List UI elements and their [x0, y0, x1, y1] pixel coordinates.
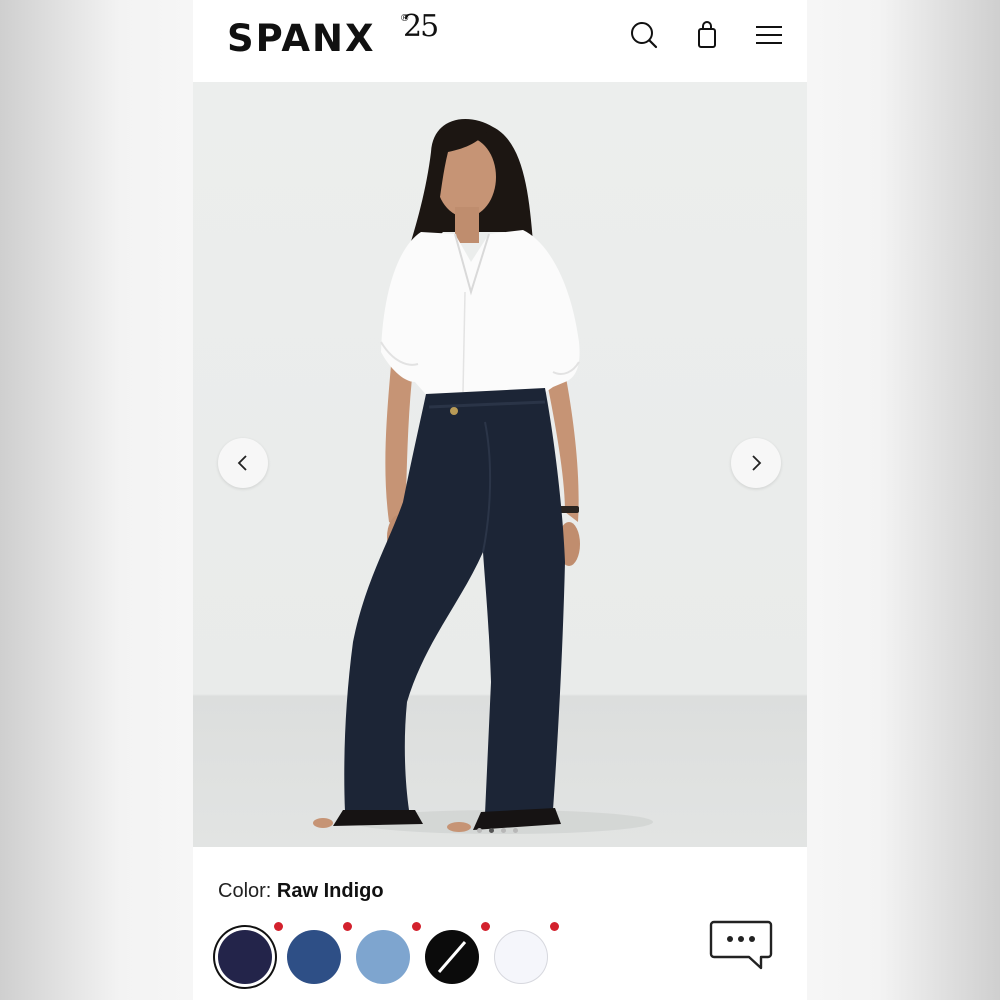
color-swatch[interactable]	[218, 930, 272, 984]
color-label: Color: Raw Indigo	[218, 880, 384, 903]
color-label-prefix: Color:	[218, 880, 272, 902]
swatch-sale-indicator	[481, 922, 490, 931]
chevron-left-icon	[237, 455, 247, 471]
product-image-carousel[interactable]	[193, 82, 807, 847]
carousel-next-button[interactable]	[731, 438, 781, 488]
swatch-sale-indicator	[274, 922, 283, 931]
search-icon[interactable]	[629, 20, 659, 50]
color-swatch[interactable]	[356, 930, 410, 984]
swatch-sale-indicator	[550, 922, 559, 931]
menu-icon[interactable]	[754, 20, 784, 50]
chat-button[interactable]	[709, 918, 773, 974]
swatch-sale-indicator	[412, 922, 421, 931]
shopping-bag-icon[interactable]	[692, 20, 722, 50]
anniversary-badge: 25	[403, 9, 439, 44]
selected-color-name: Raw Indigo	[276, 880, 384, 902]
brand-name: SPANX	[227, 17, 376, 60]
carousel-dot[interactable]	[513, 828, 518, 833]
carousel-pagination	[477, 828, 518, 833]
color-swatch[interactable]	[425, 930, 479, 984]
site-header: SPANX ® 25	[193, 0, 807, 82]
color-swatch[interactable]	[494, 930, 548, 984]
chevron-right-icon	[752, 455, 762, 471]
product-photo	[313, 119, 653, 834]
brand-logo[interactable]: SPANX	[227, 18, 376, 60]
chat-bubble-icon	[709, 920, 773, 970]
carousel-prev-button[interactable]	[218, 438, 268, 488]
product-page: SPANX ® 25 Color: Raw Indigo	[193, 0, 807, 1000]
color-swatch[interactable]	[287, 930, 341, 984]
carousel-dot[interactable]	[477, 828, 482, 833]
carousel-dot[interactable]	[501, 828, 506, 833]
carousel-dot[interactable]	[489, 828, 494, 833]
swatch-sale-indicator	[343, 922, 352, 931]
